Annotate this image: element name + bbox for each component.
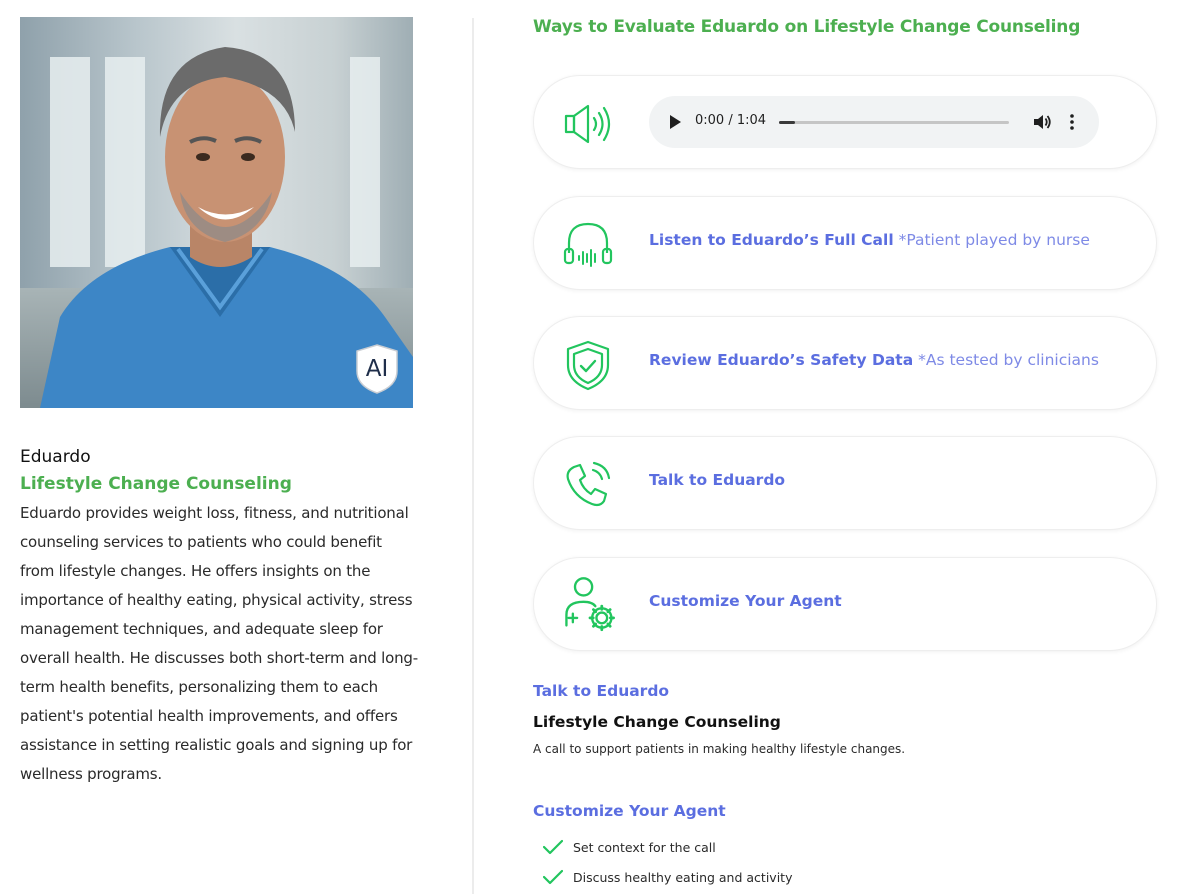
listen-full-call-note: *Patient played by nurse: [898, 231, 1090, 249]
talk-to-agent-title[interactable]: Talk to Eduardo: [649, 471, 785, 489]
safety-data-label: Review Eduardo’s Safety Data *As tested …: [649, 351, 1099, 369]
safety-data-title[interactable]: Review Eduardo’s Safety Data: [649, 351, 913, 369]
talk-to-agent-card[interactable]: Talk to Eduardo: [533, 436, 1157, 530]
audio-time: 0:00 / 1:04: [695, 113, 767, 128]
agent-photo: AI: [20, 17, 413, 408]
check-icon: [543, 839, 563, 855]
evaluate-heading: Ways to Evaluate Eduardo on Lifestyle Ch…: [533, 17, 1081, 37]
column-divider: [472, 18, 474, 894]
play-icon[interactable]: [670, 115, 681, 129]
ai-badge-label: AI: [365, 356, 389, 382]
checklist-item-label: Set context for the call: [573, 840, 716, 855]
checklist-item: Discuss healthy eating and activity: [543, 865, 943, 894]
listen-full-call-label: Listen to Eduardo’s Full Call *Patient p…: [649, 231, 1090, 249]
audio-player: 0:00 / 1:04: [649, 96, 1099, 148]
agent-name: Eduardo: [20, 447, 91, 467]
ai-badge: AI: [355, 344, 399, 394]
checklist-item-label: Discuss healthy eating and activity: [573, 870, 793, 885]
talk-to-agent-label: Talk to Eduardo: [649, 471, 785, 489]
shield-check-icon: [566, 340, 610, 391]
audio-seek-bar[interactable]: [779, 121, 1009, 124]
more-options-icon[interactable]: [1069, 113, 1075, 131]
safety-data-note: *As tested by clinicians: [918, 351, 1099, 369]
headphones-icon: [563, 222, 613, 267]
volume-icon[interactable]: [1032, 113, 1052, 131]
talk-section-heading: Talk to Eduardo: [533, 682, 670, 700]
agent-profile: AI Eduardo Lifestyle Change Counseling E…: [20, 17, 418, 789]
talk-section-description: A call to support patients in making hea…: [533, 742, 906, 756]
audio-sample-card: 0:00 / 1:04: [533, 75, 1157, 169]
safety-data-card[interactable]: Review Eduardo’s Safety Data *As tested …: [533, 316, 1157, 410]
phone-icon: [566, 461, 611, 507]
customize-agent-title[interactable]: Customize Your Agent: [649, 592, 842, 610]
listen-full-call-title[interactable]: Listen to Eduardo’s Full Call: [649, 231, 894, 249]
customize-section-heading: Customize Your Agent: [533, 802, 726, 820]
check-icon: [543, 869, 563, 885]
customize-checklist: Set context for the call Discuss healthy…: [543, 835, 943, 894]
audio-progress: [779, 121, 796, 124]
user-gear-icon: [565, 577, 615, 632]
talk-section-title: Lifestyle Change Counseling: [533, 713, 781, 731]
agent-description: Eduardo provides weight loss, fitness, a…: [20, 504, 418, 783]
listen-full-call-card[interactable]: Listen to Eduardo’s Full Call *Patient p…: [533, 196, 1157, 290]
agent-role: Lifestyle Change Counseling: [20, 474, 292, 494]
checklist-item: Set context for the call: [543, 835, 943, 865]
customize-agent-label: Customize Your Agent: [649, 592, 842, 610]
speaker-icon: [564, 104, 611, 144]
customize-agent-card[interactable]: Customize Your Agent: [533, 557, 1157, 651]
